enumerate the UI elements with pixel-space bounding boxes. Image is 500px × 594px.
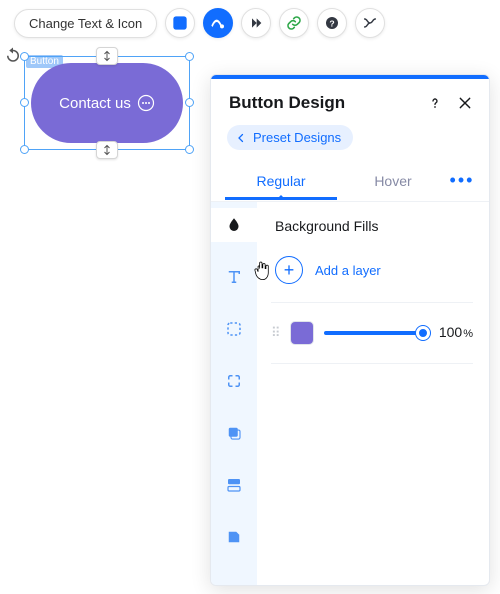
contact-us-button[interactable]: Contact us (31, 63, 183, 143)
resize-handle-br[interactable] (185, 145, 194, 154)
tab-regular[interactable]: Regular (225, 163, 337, 199)
stretch-button[interactable] (355, 8, 385, 38)
rail-spacing[interactable] (211, 468, 257, 502)
color-swatch[interactable] (290, 321, 314, 345)
button-text: Contact us (59, 95, 131, 112)
panel-help-icon[interactable] (427, 95, 443, 111)
tab-hover[interactable]: Hover (337, 163, 449, 199)
resize-handle-bl[interactable] (20, 145, 29, 154)
panel-title: Button Design (229, 93, 345, 113)
close-icon[interactable] (457, 95, 473, 111)
preset-designs-label: Preset Designs (253, 130, 341, 145)
help-button[interactable]: ? (317, 8, 347, 38)
rail-corners[interactable] (211, 364, 257, 398)
fill-layer-row: ⠿ 100% (271, 303, 473, 364)
opacity-value: 100 (439, 324, 462, 340)
opacity-unit: % (463, 328, 473, 340)
svg-text:?: ? (330, 18, 335, 28)
chat-icon (137, 94, 155, 112)
add-layer-label[interactable]: Add a layer (315, 263, 381, 278)
chevron-left-icon (235, 132, 247, 144)
rail-other[interactable] (211, 520, 257, 554)
animations-button[interactable] (241, 8, 271, 38)
design-category-rail (211, 202, 257, 585)
resize-handle-tl[interactable] (20, 52, 29, 61)
stretch-handle-top[interactable] (96, 47, 118, 65)
add-layer-button[interactable]: + (275, 256, 303, 284)
opacity-slider-thumb[interactable] (416, 326, 430, 340)
drag-handle-icon[interactable]: ⠿ (271, 330, 280, 336)
tab-more-button[interactable]: ••• (449, 160, 475, 201)
design-button[interactable] (203, 8, 233, 38)
layout-button[interactable] (165, 8, 195, 38)
preset-designs-button[interactable]: Preset Designs (227, 125, 353, 150)
rail-fill[interactable] (211, 208, 257, 242)
resize-handle-ml[interactable] (20, 98, 29, 107)
resize-handle-tr[interactable] (185, 52, 194, 61)
rail-shadow[interactable] (211, 416, 257, 450)
stretch-handle-bottom[interactable] (96, 141, 118, 159)
rail-border[interactable] (211, 312, 257, 346)
rail-text[interactable] (211, 260, 257, 294)
button-design-panel: Button Design Preset Designs Regular Hov… (210, 74, 490, 586)
change-text-icon-button[interactable]: Change Text & Icon (14, 9, 157, 38)
link-button[interactable] (279, 8, 309, 38)
selection-box[interactable]: Contact us (24, 56, 190, 150)
resize-handle-mr[interactable] (185, 98, 194, 107)
section-title-fills: Background Fills (275, 218, 473, 234)
opacity-slider[interactable] (324, 331, 429, 335)
